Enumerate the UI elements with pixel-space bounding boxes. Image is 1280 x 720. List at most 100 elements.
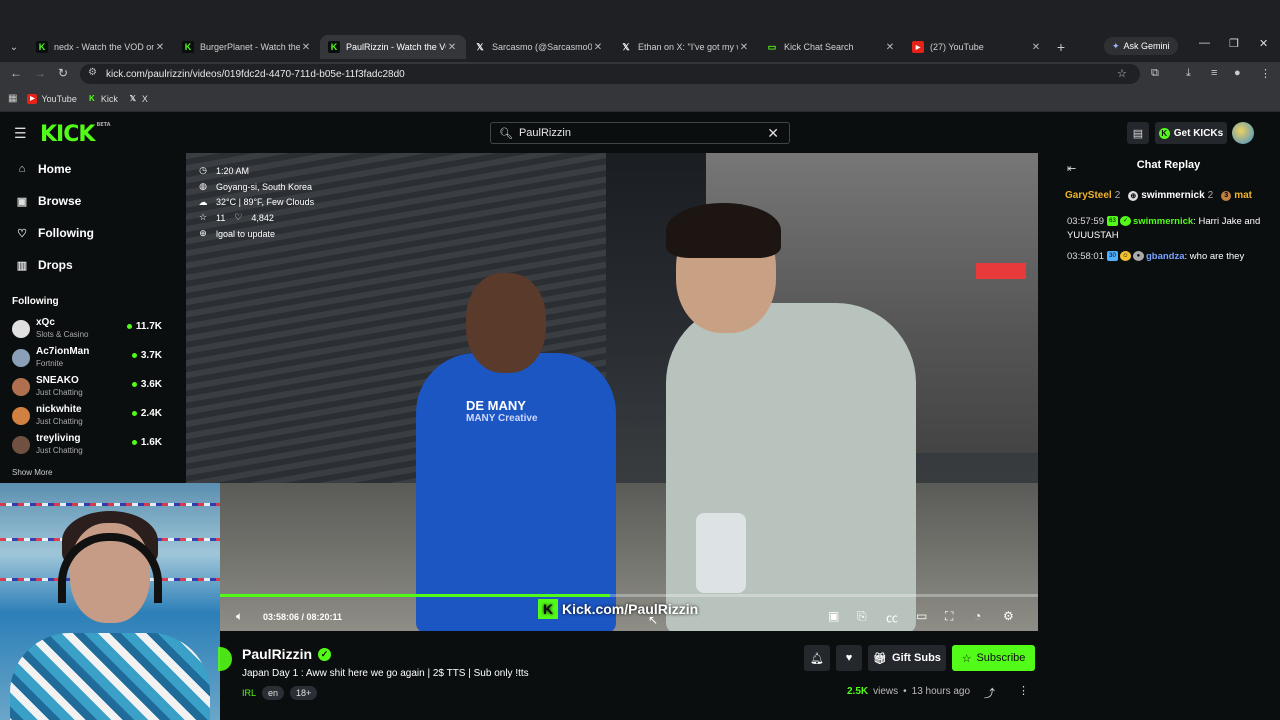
get-kicks-button[interactable]: K Get KICKs: [1155, 122, 1227, 144]
bookmark-x[interactable]: 𝕏X: [128, 94, 148, 104]
back-icon[interactable]: ←: [10, 66, 22, 80]
bookmark-youtube[interactable]: ▶ YouTube: [27, 93, 77, 104]
gifter-item[interactable]: 3 mat: [1221, 190, 1252, 201]
followed-channel[interactable]: treyliving Just Chatting 1.6K: [12, 433, 162, 459]
theater-mode-icon[interactable]: ▭: [916, 609, 927, 623]
maximize-icon[interactable]: ❐: [1229, 37, 1239, 50]
followed-channel[interactable]: xQc Slots & Casino 11.7K: [12, 317, 162, 343]
more-options-icon[interactable]: ⋮: [1018, 684, 1029, 697]
view-count: 2.5K: [847, 686, 869, 697]
kick-favicon-icon: K: [328, 41, 340, 53]
channel-avatar[interactable]: [218, 647, 232, 671]
following-heading: Following: [12, 296, 59, 307]
sidebar-item-browse[interactable]: ▣ Browse: [16, 194, 82, 208]
clip-icon[interactable]: ⎘: [857, 609, 867, 624]
close-icon[interactable]: ✕: [592, 42, 604, 53]
message-time: 03:57:59: [1067, 216, 1104, 227]
channel-category: Just Chatting: [36, 446, 83, 455]
user-avatar[interactable]: [1232, 122, 1254, 144]
captions-icon[interactable]: ㏄: [886, 609, 898, 626]
browser-tab[interactable]: K BurgerPlanet - Watch the V ✕: [174, 35, 320, 59]
subscriber-badge-icon: 30: [1106, 251, 1118, 262]
sidebar: ⌂ Home ▣ Browse ♡ Following ▥ Drops Followin…: [0, 153, 170, 483]
emote-badge-icon: ☺: [1119, 251, 1131, 262]
search-value: PaulRizzin: [518, 127, 571, 139]
library-icon[interactable]: ▤: [1127, 122, 1149, 144]
clock-icon: ◷: [199, 165, 207, 176]
channel-name[interactable]: PaulRizzin: [242, 646, 312, 662]
followed-channel[interactable]: nickwhite Just Chatting 2.4K: [12, 404, 162, 430]
tag-pill[interactable]: en: [262, 686, 285, 700]
followed-channel[interactable]: Ac7ionMan Fortnite 3.7K: [12, 346, 162, 372]
forward-icon[interactable]: →: [34, 66, 46, 80]
chat-username[interactable]: gbandza: [1146, 251, 1185, 262]
browser-tab[interactable]: 𝕏 Sarcasmo (@Sarcasmo0110✕: [466, 35, 612, 59]
close-icon[interactable]: ✕: [154, 42, 166, 53]
ask-gemini-button[interactable]: ✦ Ask Gemini: [1104, 37, 1178, 55]
download-icon[interactable]: ⤓: [1186, 67, 1191, 80]
sidebar-item-following[interactable]: ♡ Following: [16, 226, 94, 240]
apps-grid-icon[interactable]: ▦: [8, 93, 17, 104]
close-icon[interactable]: ✕: [300, 42, 312, 53]
overlay-goal: lgoal to update: [216, 228, 276, 239]
followed-channel[interactable]: SNEAKO Just Chatting 3.6K: [12, 375, 162, 401]
mouse-cursor-icon: ↖: [648, 613, 659, 627]
bookmark-kick[interactable]: K Kick: [87, 94, 118, 104]
bookmark-star-icon[interactable]: ☆: [1117, 67, 1127, 80]
sidebar-item-home[interactable]: ⌂ Home: [16, 162, 72, 176]
browser-menu-icon[interactable]: ⋮: [1260, 67, 1271, 80]
seek-bar[interactable]: [220, 594, 1038, 597]
video-person-left: [416, 353, 616, 631]
gifter-item[interactable]: ⊕ swimmernick 2: [1128, 190, 1213, 201]
share-icon[interactable]: ⤴: [984, 685, 995, 701]
close-icon[interactable]: ✕: [738, 42, 750, 53]
miniplayer-icon[interactable]: ▣: [828, 609, 839, 623]
category-link[interactable]: IRL: [242, 688, 256, 698]
show-more-link[interactable]: Show More: [12, 468, 52, 477]
minimize-icon[interactable]: —: [1199, 37, 1210, 49]
fullscreen-icon[interactable]: ⛶: [945, 609, 953, 624]
notifications-bell-button[interactable]: 🔔︎: [804, 645, 830, 671]
playback-speed-icon[interactable]: ◔: [974, 609, 981, 623]
search-input[interactable]: 🔍︎ PaulRizzin ✕: [490, 122, 790, 144]
bookmarks-bar: ▦ ▶ YouTube K Kick 𝕏X: [0, 86, 1280, 112]
follow-heart-button[interactable]: ♥: [836, 645, 862, 671]
video-player[interactable]: DE MANY MANY Creative ◷ 1:20 AM ◍ Goyang-si…: [186, 153, 1038, 631]
clear-search-icon[interactable]: ✕: [767, 125, 779, 142]
sidebar-item-drops[interactable]: ▥ Drops: [16, 258, 73, 272]
tag-pill[interactable]: 18+: [290, 686, 318, 700]
browser-tab[interactable]: ▶ (27) YouTube ✕: [904, 35, 1050, 59]
overlay-stars: 11: [216, 212, 226, 223]
chat-username[interactable]: swimmernick: [1133, 216, 1193, 227]
menu-icon[interactable]: ☰: [14, 125, 27, 142]
address-bar-row: ← → ↻ ⚙ kick.com/paulrizzin/videos/019fd…: [0, 62, 1280, 86]
browser-tab[interactable]: 𝕏 Ethan on X: "I've got my wa ✕: [612, 35, 758, 59]
url-field[interactable]: ⚙ kick.com/paulrizzin/videos/019fdc2d-44…: [80, 64, 1140, 84]
window-close-icon[interactable]: ✕: [1259, 37, 1268, 50]
reload-icon[interactable]: ↻: [58, 66, 68, 80]
close-icon[interactable]: ✕: [1030, 42, 1042, 53]
extensions-icon[interactable]: ⧉: [1151, 67, 1159, 80]
settings-gear-icon[interactable]: ⚙: [1003, 609, 1014, 623]
subscribe-button[interactable]: ☆ Subscribe: [952, 645, 1035, 671]
tab-title: PaulRizzin - Watch the VOD: [346, 42, 446, 52]
site-info-icon[interactable]: ⚙: [88, 67, 97, 78]
new-tab-button[interactable]: +: [1050, 39, 1072, 55]
gifter-item[interactable]: GarySteel 2: [1065, 190, 1120, 201]
channel-name: nickwhite: [36, 404, 82, 415]
tab-search-icon[interactable]: ⌄: [0, 36, 28, 58]
media-control-icon[interactable]: ≡: [1211, 67, 1217, 79]
volume-icon[interactable]: 🔈︎: [236, 609, 243, 624]
close-icon[interactable]: ✕: [884, 42, 896, 53]
browser-tab[interactable]: ▭ Kick Chat Search ✕: [758, 35, 904, 59]
gift-subs-button[interactable]: 🎁︎ Gift Subs: [868, 645, 946, 671]
browser-tab-active[interactable]: K PaulRizzin - Watch the VOD✕: [320, 35, 466, 59]
profile-icon[interactable]: ●: [1234, 67, 1241, 79]
bookmark-label: YouTube: [41, 93, 77, 104]
viewer-count: 3.7K: [132, 350, 162, 361]
nav-label: Following: [38, 226, 94, 240]
close-icon[interactable]: ✕: [446, 42, 458, 53]
gift-subs-label: Gift Subs: [892, 652, 941, 664]
kick-logo[interactable]: KICK BETA: [40, 122, 111, 147]
browser-tab[interactable]: Knedx - Watch the VOD on K ✕: [28, 35, 174, 59]
